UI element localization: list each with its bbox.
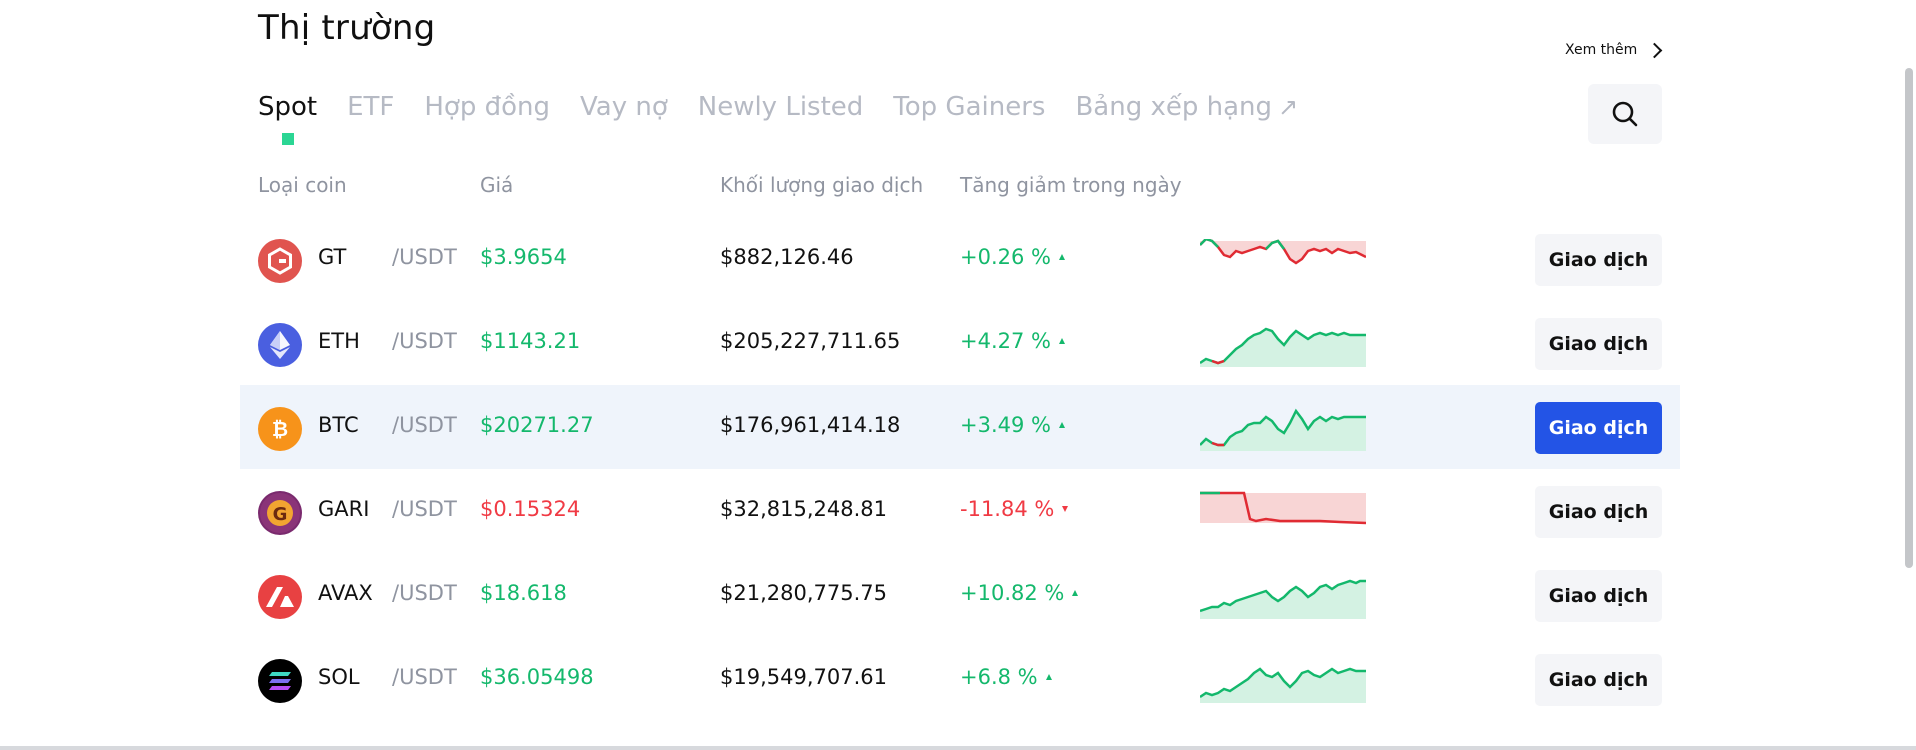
trade-button[interactable]: Giao dịch <box>1535 486 1662 538</box>
trade-button[interactable]: Giao dịch <box>1535 318 1662 370</box>
quote-currency: /USDT <box>392 665 457 689</box>
sol-coin-icon <box>258 659 302 703</box>
quote-currency: /USDT <box>392 413 457 437</box>
daily-change: +6.8 % <box>960 665 1052 689</box>
daily-change-value: -11.84 % <box>960 497 1055 521</box>
market-row[interactable]: ETH /USDT $1143.21 $205,227,711.65 +4.27… <box>240 301 1680 385</box>
scrollbar-thumb[interactable] <box>1905 68 1913 568</box>
coin-symbol: GARI <box>318 497 370 521</box>
trade-volume: $176,961,414.18 <box>720 413 901 437</box>
btc-coin-icon: ₿ <box>258 407 302 451</box>
up-arrow-icon <box>1058 422 1065 428</box>
daily-change-value: +0.26 % <box>960 245 1051 269</box>
coin-symbol: BTC <box>318 413 359 437</box>
daily-change-value: +10.82 % <box>960 581 1065 605</box>
active-tab-indicator <box>282 133 294 145</box>
tab-top-gainers[interactable]: Top Gainers <box>893 92 1045 122</box>
trade-button[interactable]: Giao dịch <box>1535 402 1662 454</box>
up-arrow-icon <box>1072 590 1079 596</box>
column-volume: Khối lượng giao dịch <box>720 173 924 197</box>
tab-contracts[interactable]: Hợp đồng <box>424 92 550 122</box>
trade-button[interactable]: Giao dịch <box>1535 570 1662 622</box>
trade-volume: $882,126.46 <box>720 245 854 269</box>
tab-newly-listed[interactable]: Newly Listed <box>698 92 864 122</box>
daily-change: -11.84 % <box>960 497 1069 521</box>
eth-coin-icon <box>258 323 302 367</box>
up-arrow-icon <box>1045 674 1052 680</box>
quote-currency: /USDT <box>392 329 457 353</box>
tab-spot[interactable]: Spot <box>258 92 317 122</box>
search-icon <box>1612 101 1638 127</box>
daily-change-value: +4.27 % <box>960 329 1051 353</box>
page-title: Thị trường <box>258 8 436 48</box>
market-row[interactable]: G GARI /USDT $0.15324 $32,815,248.81 -11… <box>240 469 1680 553</box>
bottom-divider <box>0 746 1916 750</box>
trade-volume: $205,227,711.65 <box>720 329 901 353</box>
view-more-link[interactable]: Xem thêm <box>1565 42 1663 58</box>
down-arrow-icon <box>1062 506 1069 512</box>
trade-volume: $21,280,775.75 <box>720 581 887 605</box>
coin-symbol: SOL <box>318 665 360 689</box>
coin-price: $0.15324 <box>480 497 581 521</box>
daily-change-value: +3.49 % <box>960 413 1051 437</box>
quote-currency: /USDT <box>392 245 457 269</box>
market-row[interactable]: AVAX /USDT $18.618 $21,280,775.75 +10.82… <box>240 553 1680 637</box>
price-sparkline <box>1200 239 1366 265</box>
coin-symbol: AVAX <box>318 581 373 605</box>
svg-text:G: G <box>273 504 288 525</box>
daily-change: +3.49 % <box>960 413 1065 437</box>
gari-coin-icon: G <box>258 491 302 535</box>
up-arrow-icon <box>1058 338 1065 344</box>
column-coin: Loại coin <box>258 173 347 197</box>
daily-change: +4.27 % <box>960 329 1065 353</box>
price-sparkline <box>1200 408 1366 451</box>
tab-etf[interactable]: ETF <box>347 92 394 122</box>
tab-margin[interactable]: Vay nợ <box>580 92 668 122</box>
market-tabs: Spot ETF Hợp đồng Vay nợ Newly Listed To… <box>258 92 1298 122</box>
tab-rankings-label: Bảng xếp hạng <box>1075 92 1273 122</box>
daily-change: +0.26 % <box>960 245 1065 269</box>
price-sparkline <box>1200 327 1366 367</box>
external-arrow-icon: ↗ <box>1278 93 1299 121</box>
quote-currency: /USDT <box>392 581 457 605</box>
coin-price: $20271.27 <box>480 413 594 437</box>
column-price: Giá <box>480 173 514 197</box>
coin-symbol: GT <box>318 245 347 269</box>
search-button[interactable] <box>1588 84 1662 144</box>
trade-volume: $32,815,248.81 <box>720 497 887 521</box>
coin-price: $1143.21 <box>480 329 581 353</box>
trade-volume: $19,549,707.61 <box>720 665 887 689</box>
tab-rankings[interactable]: Bảng xếp hạng ↗ <box>1075 92 1298 122</box>
trade-button[interactable]: Giao dịch <box>1535 234 1662 286</box>
coin-price: $18.618 <box>480 581 567 605</box>
trade-button[interactable]: Giao dịch <box>1535 654 1662 706</box>
up-arrow-icon <box>1058 254 1065 260</box>
market-row[interactable]: GT /USDT $3.9654 $882,126.46 +0.26 % Gia… <box>240 217 1680 301</box>
view-more-label: Xem thêm <box>1565 42 1638 58</box>
daily-change-value: +6.8 % <box>960 665 1038 689</box>
price-sparkline <box>1200 579 1366 619</box>
svg-text:₿: ₿ <box>272 417 288 441</box>
gt-coin-icon <box>258 239 302 283</box>
market-section: Thị trường Xem thêm Spot ETF Hợp đồng Va… <box>0 0 1916 750</box>
market-row[interactable]: SOL /USDT $36.05498 $19,549,707.61 +6.8 … <box>240 637 1680 721</box>
scrollbar[interactable] <box>1902 0 1916 750</box>
coin-price: $3.9654 <box>480 245 567 269</box>
column-change: Tăng giảm trong ngày <box>960 173 1182 197</box>
quote-currency: /USDT <box>392 497 457 521</box>
coin-symbol: ETH <box>318 329 360 353</box>
price-sparkline <box>1200 491 1366 525</box>
market-row[interactable]: ₿ BTC /USDT $20271.27 $176,961,414.18 +3… <box>240 385 1680 469</box>
coin-price: $36.05498 <box>480 665 594 689</box>
daily-change: +10.82 % <box>960 581 1079 605</box>
avax-coin-icon <box>258 575 302 619</box>
chevron-right-icon <box>1647 42 1663 58</box>
price-sparkline <box>1200 667 1366 703</box>
